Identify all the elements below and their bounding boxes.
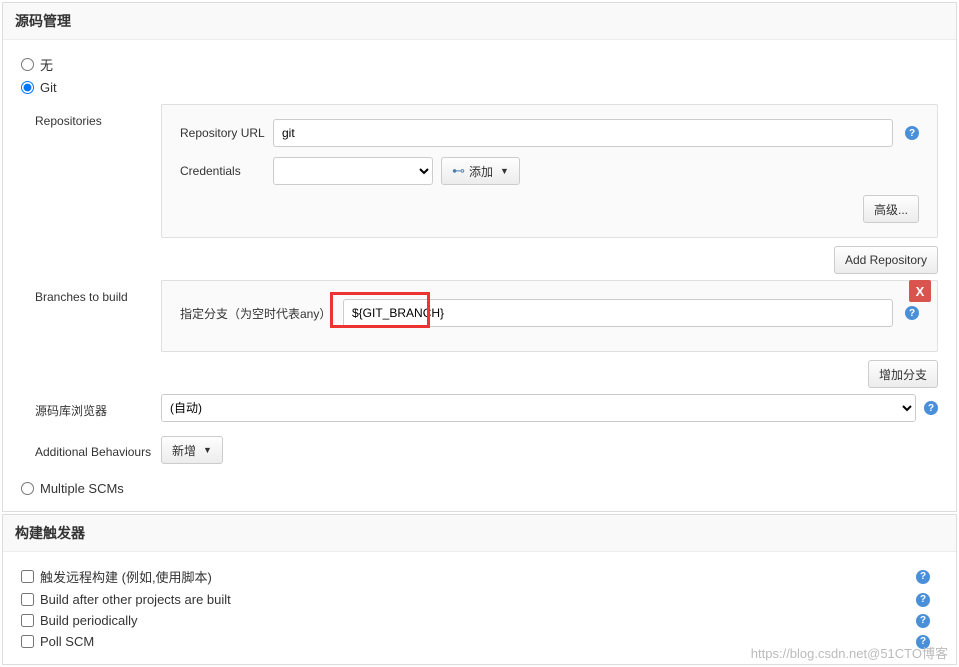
trigger-after-other[interactable]: Build after other projects are built ? (21, 589, 938, 610)
add-repository-button[interactable]: Add Repository (834, 246, 938, 274)
branch-spec-label: 指定分支（为空时代表any） (180, 305, 335, 322)
trigger-remote[interactable]: 触发远程构建 (例如,使用脚本) ? (21, 564, 938, 589)
trigger-poll-label: Poll SCM (40, 634, 94, 649)
browser-label: 源码库浏览器 (35, 398, 161, 419)
scm-option-git[interactable]: Git (21, 77, 938, 98)
scm-radio-none[interactable] (21, 58, 34, 71)
branch-spec-row: 指定分支（为空时代表any） ? (180, 299, 919, 327)
repo-url-input[interactable] (273, 119, 893, 147)
behaviours-label: Additional Behaviours (35, 441, 161, 459)
scm-radio-multiple[interactable] (21, 482, 34, 495)
scm-label-git: Git (40, 80, 57, 95)
branch-spec-input[interactable] (343, 299, 893, 327)
repository-box: Repository URL ? Credentials ⊷ 添加 ▼ (161, 104, 938, 238)
scm-option-none[interactable]: 无 (21, 52, 938, 77)
help-icon[interactable]: ? (905, 126, 919, 140)
help-icon[interactable]: ? (916, 614, 930, 628)
scm-label-none: 无 (40, 55, 53, 74)
add-branch-button[interactable]: 增加分支 (868, 360, 938, 388)
advanced-button[interactable]: 高级... (863, 195, 919, 223)
trigger-after-other-label: Build after other projects are built (40, 592, 231, 607)
scm-radio-git[interactable] (21, 81, 34, 94)
credentials-select[interactable] (273, 157, 433, 185)
branches-content: ? X 指定分支（为空时代表any） ? 增加分支 (161, 280, 938, 388)
trigger-poll[interactable]: Poll SCM ? (21, 631, 938, 652)
add-repo-row: Add Repository (161, 246, 938, 274)
scm-header: 源码管理 (3, 3, 956, 40)
trigger-after-other-checkbox[interactable] (21, 593, 34, 606)
advanced-row: 高级... (180, 195, 919, 223)
browser-row: 源码库浏览器 (自动) ? (21, 394, 938, 422)
triggers-header: 构建触发器 (3, 515, 956, 552)
repositories-row: Repositories ? Repository URL ? Credenti… (21, 104, 938, 274)
trigger-poll-checkbox[interactable] (21, 635, 34, 648)
branch-box: X 指定分支（为空时代表any） ? (161, 280, 938, 352)
behaviours-row: Additional Behaviours 新增 ▼ (21, 436, 938, 464)
browser-select[interactable]: (自动) (161, 394, 916, 422)
key-icon: ⊷ (452, 163, 465, 179)
trigger-remote-checkbox[interactable] (21, 570, 34, 583)
repositories-content: ? Repository URL ? Credentials ⊷ (161, 104, 938, 274)
triggers-body: 触发远程构建 (例如,使用脚本) ? Build after other pro… (3, 552, 956, 664)
help-icon[interactable]: ? (916, 593, 930, 607)
add-behaviour-button[interactable]: 新增 ▼ (161, 436, 223, 464)
chevron-down-icon: ▼ (500, 166, 509, 176)
add-credentials-button[interactable]: ⊷ 添加 ▼ (441, 157, 520, 185)
repositories-label: Repositories (35, 104, 161, 274)
help-icon[interactable]: ? (905, 306, 919, 320)
help-icon[interactable]: ? (916, 635, 930, 649)
credentials-label: Credentials (180, 164, 265, 178)
branches-row: Branches to build ? X 指定分支（为空时代表any） ? 增… (21, 280, 938, 388)
trigger-periodic-checkbox[interactable] (21, 614, 34, 627)
chevron-down-icon: ▼ (203, 445, 212, 455)
credentials-row: Credentials ⊷ 添加 ▼ (180, 157, 919, 185)
add-behaviour-label: 新增 (172, 442, 196, 459)
help-icon[interactable]: ? (916, 570, 930, 584)
scm-section: 源码管理 无 Git Repositories ? Repository URL… (2, 2, 957, 512)
trigger-periodic[interactable]: Build periodically ? (21, 610, 938, 631)
add-credentials-label: 添加 (469, 163, 493, 180)
trigger-periodic-label: Build periodically (40, 613, 138, 628)
scm-label-multiple: Multiple SCMs (40, 481, 124, 496)
trigger-remote-label: 触发远程构建 (例如,使用脚本) (40, 567, 212, 586)
scm-option-multiple[interactable]: Multiple SCMs (21, 478, 938, 499)
triggers-section: 构建触发器 触发远程构建 (例如,使用脚本) ? Build after oth… (2, 514, 957, 665)
scm-body: 无 Git Repositories ? Repository URL ? Cr… (3, 40, 956, 511)
repo-url-label: Repository URL (180, 126, 265, 140)
help-icon[interactable]: ? (924, 401, 938, 415)
add-branch-row: 增加分支 (161, 360, 938, 388)
branches-label: Branches to build (35, 280, 161, 388)
repo-url-row: Repository URL ? (180, 119, 919, 147)
